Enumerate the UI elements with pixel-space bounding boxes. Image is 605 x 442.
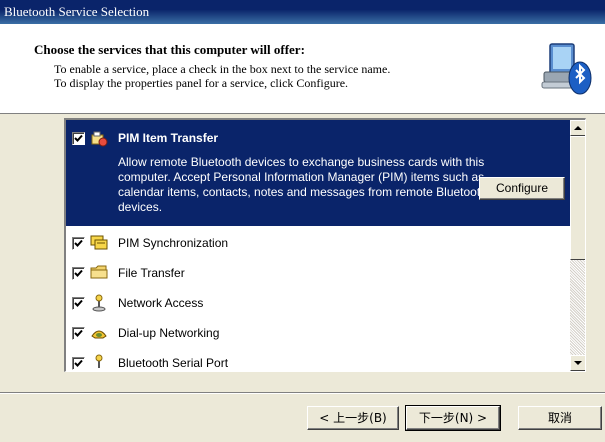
service-item-bluetooth-serial-port[interactable]: Bluetooth Serial Port [66, 348, 570, 371]
header-title: Choose the services that this computer w… [34, 42, 305, 57]
service-item-file-transfer[interactable]: File Transfer [66, 258, 570, 288]
cancel-button[interactable]: 取消 [518, 406, 602, 430]
service-name: Dial-up Networking [118, 326, 220, 340]
scroll-thumb[interactable] [570, 136, 585, 260]
service-checkbox[interactable] [72, 357, 85, 370]
service-name: Network Access [118, 296, 204, 310]
folder-icon [90, 264, 108, 283]
back-button[interactable]: < 上一步(B) [307, 406, 399, 430]
arrow-up-icon [574, 126, 582, 130]
service-item-pim-item-transfer[interactable]: PIM Item Transfer Allow remote Bluetooth… [66, 120, 570, 226]
service-name: Bluetooth Serial Port [118, 356, 229, 370]
header-instruction-2: To display the properties panel for a se… [54, 76, 349, 90]
services-listbox[interactable]: PIM Item Transfer Allow remote Bluetooth… [64, 118, 586, 372]
pim-transfer-icon [90, 130, 108, 151]
next-button[interactable]: 下一步(N) > [405, 405, 501, 431]
window-title: Bluetooth Service Selection [4, 4, 150, 19]
footer-separator [0, 392, 605, 394]
services-list: PIM Item Transfer Allow remote Bluetooth… [66, 120, 570, 371]
vertical-scrollbar[interactable] [570, 120, 585, 371]
service-checkbox[interactable] [72, 237, 85, 250]
service-checkbox[interactable] [72, 132, 85, 145]
wizard-header: Choose the services that this computer w… [0, 24, 605, 114]
pim-sync-icon [90, 234, 108, 253]
dialup-icon [90, 324, 108, 345]
service-checkbox[interactable] [72, 267, 85, 280]
service-name: PIM Item Transfer [118, 131, 219, 145]
service-checkbox[interactable] [72, 297, 85, 310]
service-item-network-access[interactable]: Network Access [66, 288, 570, 318]
service-checkbox[interactable] [72, 327, 85, 340]
service-name: PIM Synchronization [118, 236, 229, 250]
service-item-pim-synchronization[interactable]: PIM Synchronization [66, 228, 570, 258]
title-bar: Bluetooth Service Selection [0, 0, 605, 24]
scroll-up-button[interactable] [570, 120, 585, 136]
serial-port-icon [90, 354, 108, 371]
network-icon [90, 294, 108, 315]
service-item-dial-up-networking[interactable]: Dial-up Networking [66, 318, 570, 348]
arrow-down-icon [574, 361, 582, 365]
scroll-down-button[interactable] [570, 355, 585, 371]
service-name: File Transfer [118, 266, 185, 280]
bluetooth-computer-icon [540, 38, 594, 98]
header-instruction-1: To enable a service, place a check in th… [54, 62, 391, 76]
service-description: Allow remote Bluetooth devices to exchan… [118, 155, 487, 214]
configure-button[interactable]: Configure [479, 177, 565, 200]
